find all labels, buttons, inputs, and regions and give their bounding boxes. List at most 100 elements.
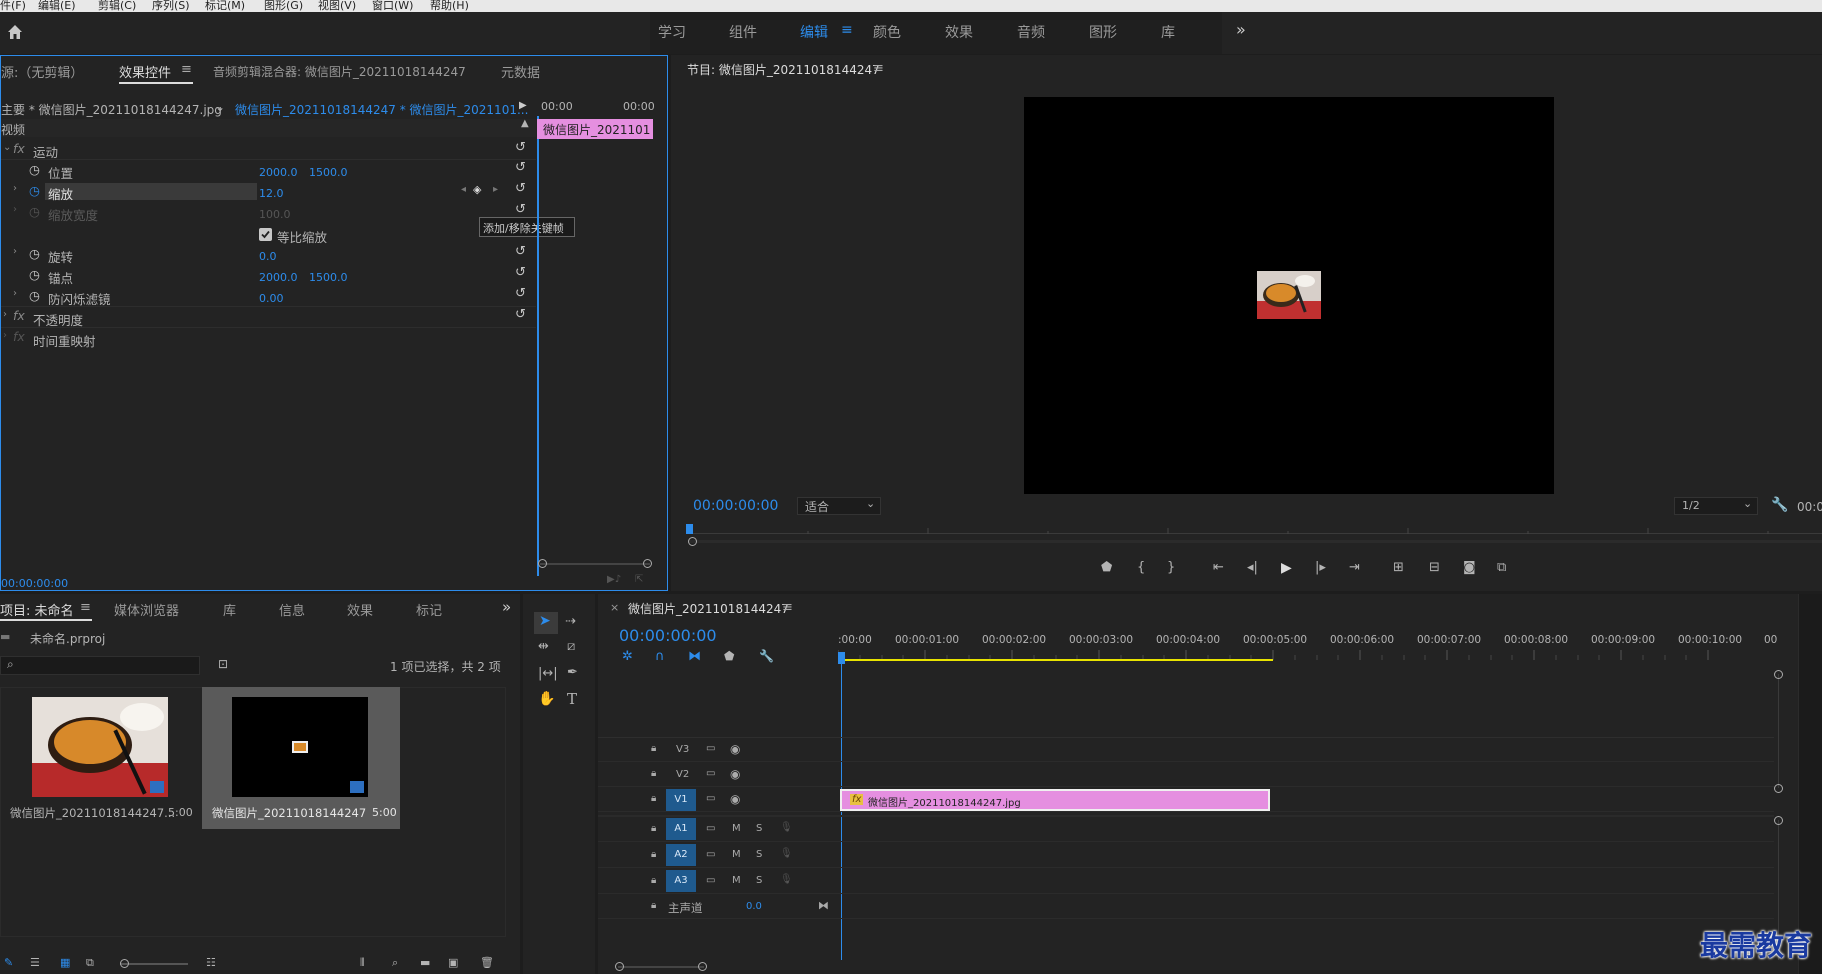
audio-scroll-handle-top[interactable] xyxy=(1774,816,1783,825)
video-scroll-handle-top[interactable] xyxy=(1774,670,1783,679)
freeform-view-icon[interactable]: ⧉ xyxy=(86,956,94,970)
panel-menu-icon[interactable]: ≡ xyxy=(80,600,91,615)
effects-timecode[interactable]: 00:00:00:00 xyxy=(1,577,68,590)
sync-lock-icon[interactable]: ▭ xyxy=(706,875,715,886)
lock-icon[interactable]: 🔒︎ xyxy=(651,900,656,911)
solo-button[interactable]: S xyxy=(756,823,762,834)
mini-timeline-clip[interactable]: 微信图片_2021101 xyxy=(537,119,653,139)
home-icon[interactable] xyxy=(6,23,24,41)
lock-icon[interactable]: 🔒︎ xyxy=(651,849,656,860)
linked-selection-icon[interactable]: ∩ xyxy=(655,649,665,664)
reset-position-icon[interactable]: ↺ xyxy=(515,160,526,175)
reset-anchor-icon[interactable]: ↺ xyxy=(515,265,526,280)
menu-edit[interactable]: 编辑(E) xyxy=(38,0,76,12)
selection-tool-icon[interactable]: ➤ xyxy=(539,613,551,629)
track-target-v1[interactable]: V1 xyxy=(666,789,696,811)
mini-scrollbar[interactable] xyxy=(540,563,650,565)
menu-sequence[interactable]: 序列(S) xyxy=(152,0,190,12)
track-a3[interactable]: 🔒︎ A3 ▭ M S 🎙︎ xyxy=(598,869,1774,894)
eye-icon[interactable]: ◉ xyxy=(730,742,740,756)
program-playhead[interactable] xyxy=(686,524,693,534)
tab-libraries[interactable]: 库 xyxy=(223,600,236,619)
workspace-assembly[interactable]: 组件 xyxy=(729,22,757,42)
sync-lock-icon[interactable]: ▭ xyxy=(706,768,715,779)
hscroll-handle-right[interactable] xyxy=(698,962,707,971)
video-scrollbar-track[interactable] xyxy=(1778,674,1779,788)
microphone-icon[interactable]: 🎙︎ xyxy=(780,874,793,885)
extract-icon[interactable]: ⊟ xyxy=(1429,560,1440,575)
menu-markers[interactable]: 标记(M) xyxy=(205,0,245,12)
track-master[interactable]: 🔒︎ 主声道 0.0 ⧓ xyxy=(598,895,1774,919)
mini-scroll-handle-left[interactable] xyxy=(538,559,547,568)
menu-view[interactable]: 视图(V) xyxy=(318,0,356,12)
track-a1[interactable]: 🔒︎ A1 ▭ M S 🎙︎ xyxy=(598,817,1774,842)
menu-clip[interactable]: 剪辑(C) xyxy=(98,0,136,12)
motion-expand-icon[interactable]: ⌄ xyxy=(3,142,11,153)
timeline-timecode[interactable]: 00:00:00:00 xyxy=(619,626,717,645)
program-scrub-ruler[interactable] xyxy=(688,526,1822,534)
stopwatch-active-icon[interactable]: ◷ xyxy=(29,183,40,198)
workspace-editing[interactable]: 编辑 xyxy=(800,22,828,42)
tab-effects[interactable]: 效果 xyxy=(347,600,373,619)
mute-button[interactable]: M xyxy=(732,875,741,886)
mark-out-icon[interactable]: } xyxy=(1167,560,1175,575)
project-item-thumbnail-2[interactable] xyxy=(232,697,368,797)
fx-icon[interactable]: fx xyxy=(13,141,25,156)
project-search-input[interactable]: ⌕ xyxy=(0,656,200,675)
program-video-frame[interactable] xyxy=(1024,97,1554,494)
snap-icon[interactable]: ✲ xyxy=(622,649,633,664)
reset-scale-icon[interactable]: ↺ xyxy=(515,181,526,196)
step-back-icon[interactable]: ◂| xyxy=(1247,560,1258,575)
program-title[interactable]: 节目: 微信图片_20211018144247 xyxy=(687,61,880,78)
list-view-icon[interactable]: ☰ xyxy=(30,956,40,969)
comparison-view-icon[interactable]: ⧉ xyxy=(1497,560,1506,575)
project-item-name-1[interactable]: 微信图片_20211018144247... xyxy=(10,805,175,821)
tab-source[interactable]: 源:（无剪辑） xyxy=(1,62,83,81)
trash-icon[interactable]: 🗑 xyxy=(480,956,494,969)
sync-lock-icon[interactable]: ▭ xyxy=(706,823,715,834)
track-target-a1[interactable]: A1 xyxy=(666,818,696,840)
icon-view-icon[interactable]: ▦ xyxy=(60,956,70,969)
reset-opacity-icon[interactable]: ↺ xyxy=(515,307,526,322)
menu-window[interactable]: 窗口(W) xyxy=(372,0,413,12)
microphone-icon[interactable]: 🎙︎ xyxy=(780,848,793,859)
write-protect-icon[interactable]: ✎ xyxy=(4,956,13,969)
antiflicker-value[interactable]: 0.00 xyxy=(259,292,284,305)
type-tool-icon[interactable]: T xyxy=(567,690,577,708)
reset-scale-width-icon[interactable]: ↺ xyxy=(515,202,526,217)
track-v3[interactable]: 🔒︎ V3 ▭ ◉ xyxy=(598,738,1774,762)
uniform-scale-checkbox[interactable] xyxy=(259,228,272,241)
position-x-value[interactable]: 2000.0 xyxy=(259,166,298,179)
tab-media-browser[interactable]: 媒体浏览器 xyxy=(114,600,179,619)
zoom-handle[interactable] xyxy=(688,537,697,546)
go-to-end-icon[interactable]: ⧓ xyxy=(818,899,829,912)
go-to-in-icon[interactable]: ⇤ xyxy=(1213,560,1224,575)
lift-icon[interactable]: ⊞ xyxy=(1393,560,1404,575)
track-a2[interactable]: 🔒︎ A2 ▭ M S 🎙︎ xyxy=(598,843,1774,868)
new-item-icon[interactable]: ▣ xyxy=(448,956,458,969)
master-clip-dropdown-icon[interactable]: ⌄ xyxy=(215,100,225,114)
step-forward-icon[interactable]: |▸ xyxy=(1315,560,1326,575)
tab-project[interactable]: 项目: 未命名 xyxy=(0,600,74,619)
audio-only-icon[interactable]: ▶♪ xyxy=(607,574,621,585)
track-v2[interactable]: 🔒︎ V2 ▭ ◉ xyxy=(598,763,1774,787)
position-y-value[interactable]: 1500.0 xyxy=(309,166,348,179)
track-target-a3[interactable]: A3 xyxy=(666,870,696,892)
fx-icon[interactable]: fx xyxy=(13,308,25,323)
close-sequence-icon[interactable]: × xyxy=(610,601,619,614)
solo-button[interactable]: S xyxy=(756,875,762,886)
stopwatch-icon[interactable]: ◷ xyxy=(29,288,40,303)
lock-icon[interactable]: 🔒︎ xyxy=(651,875,656,886)
add-marker-icon[interactable]: ⬟ xyxy=(724,649,734,663)
panel-menu-icon[interactable]: ≡ xyxy=(782,600,793,615)
go-to-out-icon[interactable]: ⇥ xyxy=(1349,560,1360,575)
lock-icon[interactable]: 🔒︎ xyxy=(651,793,656,804)
opacity-expand-icon[interactable]: › xyxy=(3,309,7,320)
timeline-settings-wrench-icon[interactable]: 🔧 xyxy=(759,649,774,663)
scale-value[interactable]: 12.0 xyxy=(259,187,284,200)
rotation-value[interactable]: 0.0 xyxy=(259,250,277,263)
workspace-menu-icon[interactable]: ≡ xyxy=(841,22,853,38)
scroll-up-icon[interactable]: ▲ xyxy=(521,118,529,129)
track-select-tool-icon[interactable]: ⇢ xyxy=(565,614,576,629)
master-clip-label[interactable]: 主要 * 微信图片_20211018144247.jpg xyxy=(1,101,222,118)
